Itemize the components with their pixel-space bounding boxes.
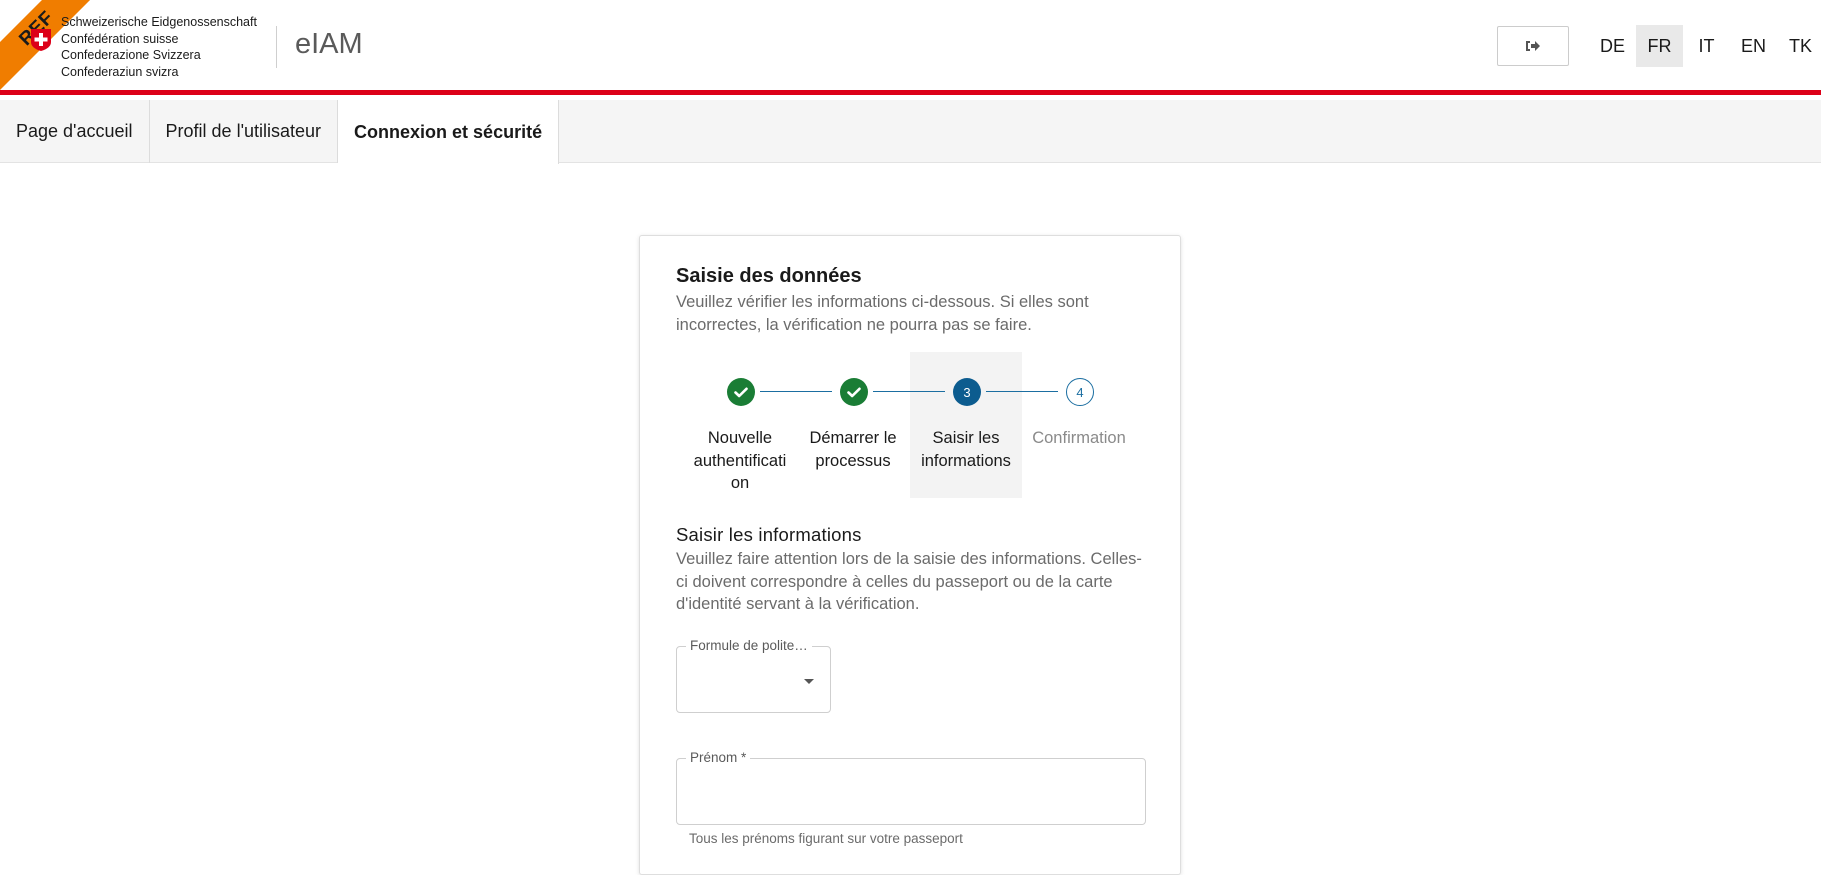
step-label: Nouvelle authentificati on	[693, 429, 787, 492]
site-header: REF Schweizerische Eidgenossenschaft Con…	[0, 0, 1821, 95]
lang-de[interactable]: DE	[1589, 25, 1636, 67]
sign-out-icon	[1526, 41, 1540, 51]
brand-line-it: Confederazione Svizzera	[61, 48, 201, 62]
data-entry-card: Saisie des données Veuillez vérifier les…	[639, 235, 1181, 875]
tab-user-profile[interactable]: Profil de l'utilisateur	[150, 100, 339, 163]
salutation-label: Formule de polite…	[686, 638, 812, 653]
step-done-circle	[727, 378, 755, 406]
first-name-label: Prénom *	[686, 750, 751, 765]
step-1: Nouvelle authentificati on	[684, 352, 796, 498]
salutation-select[interactable]: Formule de polite…	[676, 638, 831, 713]
card-title: Saisie des données	[676, 265, 862, 287]
step-2: Démarrer le processus	[797, 352, 909, 498]
main-navigation: Page d'accueil Profil de l'utilisateur C…	[0, 100, 1821, 164]
section-title: Saisir les informations	[676, 524, 862, 545]
checkmark-icon	[734, 387, 748, 397]
checkmark-icon	[847, 387, 861, 397]
first-name-hint: Tous les prénoms figurant sur votre pass…	[689, 831, 963, 846]
first-name-field[interactable]: Prénom *	[676, 750, 1146, 825]
step-label: Confirmation	[1032, 429, 1126, 447]
brand-divider	[276, 26, 277, 68]
tab-login-security[interactable]: Connexion et sécurité	[338, 100, 560, 164]
step-todo-circle: 4	[1066, 378, 1094, 406]
swiss-cross-logo	[31, 29, 51, 51]
brand-line-de: Schweizerische Eidgenossenschaft	[61, 15, 257, 29]
step-label: Démarrer le processus	[809, 429, 897, 470]
brand-line-rm: Confederaziun svizra	[61, 64, 179, 79]
step-done-circle	[840, 378, 868, 406]
step-label: Saisir les informations	[921, 429, 1011, 470]
progress-stepper: Nouvelle authentificati on Démarrer le p…	[676, 352, 1146, 498]
lang-en[interactable]: EN	[1730, 25, 1777, 67]
confederation-brand-text[interactable]: Schweizerische Eidgenossenschaft Confédé…	[61, 14, 257, 80]
language-switcher: DE FR IT EN TK	[1589, 25, 1821, 67]
logout-button[interactable]	[1497, 26, 1569, 66]
lang-tk[interactable]: TK	[1777, 25, 1821, 67]
lang-fr[interactable]: FR	[1636, 25, 1683, 67]
step-4: 4 Confirmation	[1023, 352, 1135, 498]
brand-line-fr: Confédération suisse	[61, 31, 179, 46]
section-description: Veuillez faire attention lors de la sais…	[676, 550, 1142, 613]
app-title[interactable]: eIAM	[295, 28, 363, 61]
step-current-circle: 3	[953, 378, 981, 406]
card-description: Veuillez vérifier les informations ci-de…	[676, 293, 1089, 334]
tab-home[interactable]: Page d'accueil	[0, 100, 150, 163]
lang-it[interactable]: IT	[1683, 25, 1730, 67]
step-3: 3 Saisir les informations	[910, 352, 1022, 498]
caret-down-icon	[804, 679, 814, 684]
